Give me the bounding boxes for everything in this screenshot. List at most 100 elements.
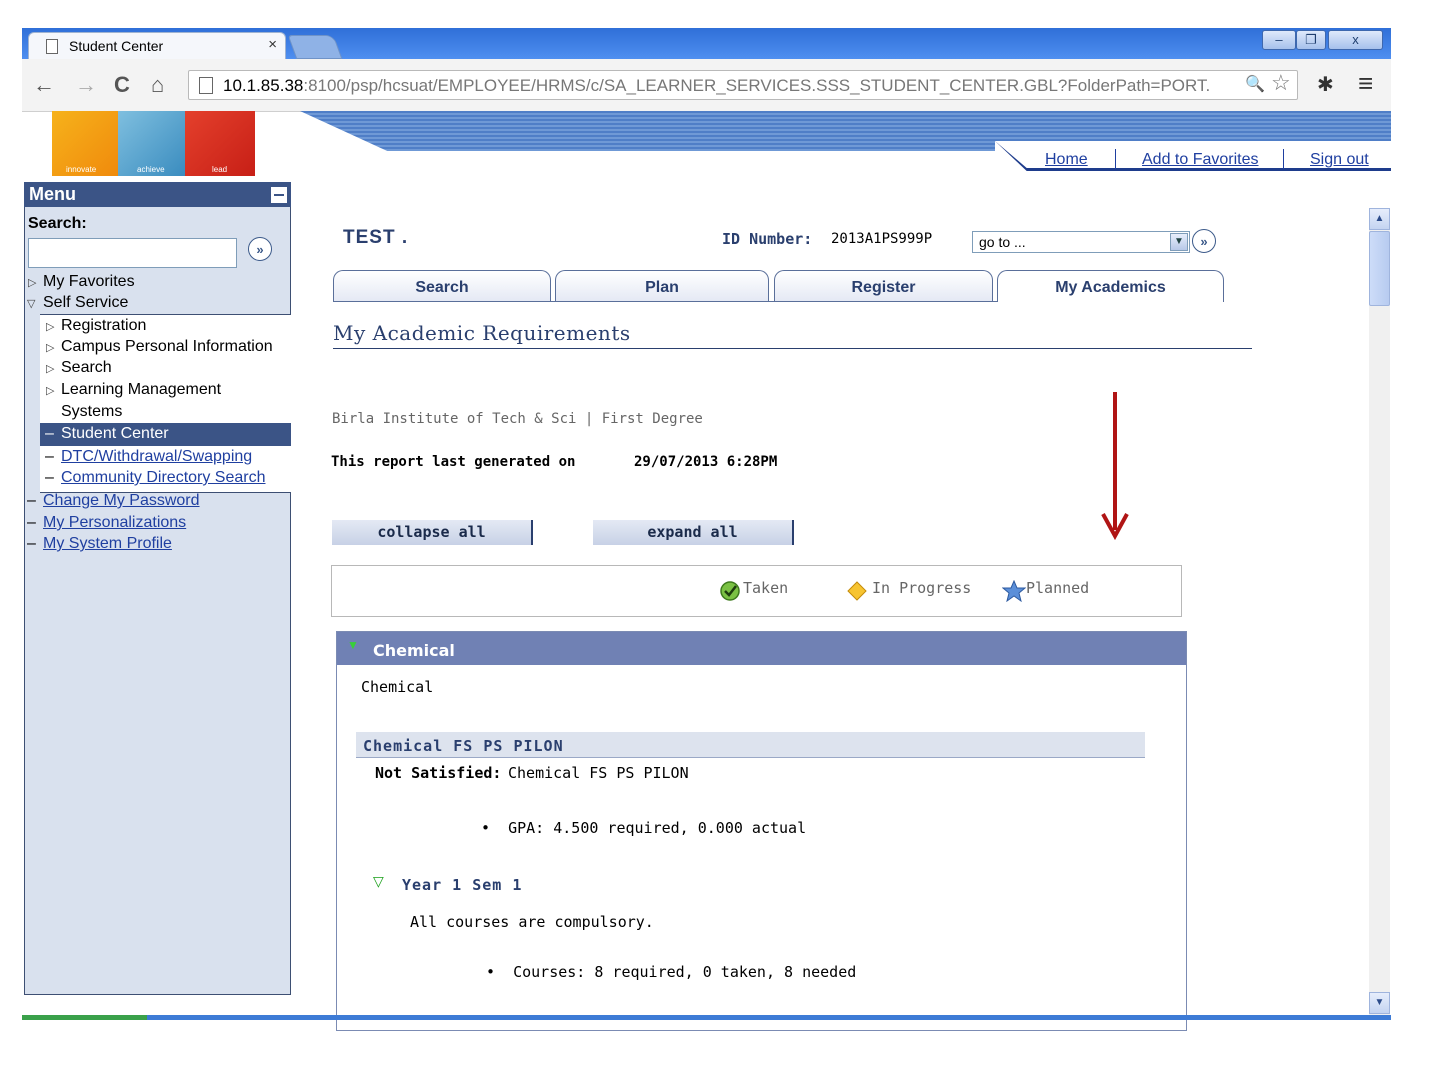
menu-item-learning-management[interactable]: Learning Management: [61, 381, 221, 399]
address-bar[interactable]: 10.1.85.38:8100/psp/hcsuat/EMPLOYEE/HRMS…: [188, 70, 1298, 100]
header-separator: [1283, 149, 1284, 169]
browser-menu-icon[interactable]: ≡: [1358, 68, 1373, 99]
logo-word: lead: [212, 165, 228, 174]
menu-title: Menu: [29, 184, 76, 204]
in-progress-diamond-icon: [847, 581, 867, 601]
tab-my-academics[interactable]: My Academics: [997, 270, 1224, 302]
logo-word: innovate: [66, 165, 97, 174]
goto-selected-value: go to ...: [979, 234, 1026, 250]
report-generated-value: 29/07/2013 6:28PM: [634, 454, 778, 470]
dash-marker: –: [45, 425, 54, 442]
collapse-all-button[interactable]: collapse all: [332, 520, 533, 545]
tab-register[interactable]: Register: [774, 270, 993, 302]
tab-plan[interactable]: Plan: [555, 270, 769, 302]
gpa-line: • GPA: 4.500 required, 0.000 actual: [481, 819, 807, 837]
legend-in-progress: In Progress: [872, 579, 972, 597]
status-label: Not Satisfied:: [375, 764, 502, 782]
planned-star-icon: [1002, 580, 1026, 602]
group-header[interactable]: Year 1 Sem 1: [402, 876, 522, 894]
menu-item-student-center[interactable]: Student Center: [61, 425, 169, 443]
institution-text: Birla Institute of Tech & Sci | First De…: [332, 411, 703, 427]
forward-icon[interactable]: →: [75, 72, 97, 98]
menu-item-my-favorites[interactable]: My Favorites: [43, 273, 135, 291]
menu-item-dtc-withdrawal-swapping[interactable]: DTC/Withdrawal/Swapping: [61, 448, 252, 466]
scroll-up-arrow-icon[interactable]: ▲: [1369, 208, 1390, 230]
expanded-icon: ▽: [27, 298, 36, 310]
collapsed-icon: ▷: [46, 342, 55, 354]
menu-item-campus-personal-information[interactable]: Campus Personal Information: [61, 338, 273, 356]
id-number-label: ID Number:: [722, 230, 813, 248]
requirement-description: Chemical: [361, 678, 434, 696]
menu-item-self-service[interactable]: Self Service: [43, 294, 128, 312]
menu-item-change-my-password[interactable]: Change My Password: [43, 492, 200, 510]
chevron-down-icon[interactable]: ▼: [1170, 233, 1188, 251]
sub-requirement-title: Chemical FS PS PILON: [363, 737, 564, 755]
tab-close-icon[interactable]: ×: [268, 36, 277, 53]
expanded-triangle-icon[interactable]: ▼: [347, 638, 359, 652]
zoom-icon[interactable]: 🔍: [1245, 74, 1265, 94]
url-text: 10.1.85.38:8100/psp/hcsuat/EMPLOYEE/HRMS…: [223, 76, 1211, 95]
reload-icon[interactable]: C: [114, 72, 130, 98]
taskbar-start: [22, 1015, 147, 1020]
menu-item-learning-management-cont[interactable]: Systems: [61, 403, 122, 421]
collapsed-icon: ▷: [46, 385, 55, 397]
scroll-down-arrow-icon[interactable]: ▼: [1369, 992, 1390, 1014]
add-to-favorites-link[interactable]: Add to Favorites: [1142, 151, 1259, 169]
courses-line: • Courses: 8 required, 0 taken, 8 needed: [486, 963, 857, 981]
expand-all-button[interactable]: expand all: [593, 520, 794, 545]
menu-search-label: Search:: [28, 215, 87, 232]
student-name: TEST .: [343, 227, 409, 248]
expanded-triangle-icon[interactable]: ▽: [373, 873, 384, 890]
menu-search-go-button[interactable]: »: [248, 237, 272, 261]
scroll-thumb[interactable]: [1369, 231, 1390, 306]
status-value: Chemical FS PS PILON: [508, 764, 689, 782]
sign-out-link[interactable]: Sign out: [1310, 151, 1369, 169]
goto-go-button[interactable]: »: [1192, 229, 1216, 253]
home-link[interactable]: Home: [1045, 151, 1088, 169]
group-note: All courses are compulsory.: [410, 913, 654, 931]
dash-marker: –: [27, 514, 36, 531]
restore-button[interactable]: ❐: [1296, 30, 1326, 50]
requirement-header[interactable]: ▼ Chemical: [337, 632, 1186, 665]
id-number-value: 2013A1PS999P: [831, 231, 933, 247]
annotation-arrow-icon: [1101, 392, 1129, 541]
menu-item-registration[interactable]: Registration: [61, 317, 146, 335]
back-icon[interactable]: ←: [33, 72, 55, 98]
close-window-button[interactable]: x: [1328, 30, 1383, 50]
tab-search[interactable]: Search: [333, 270, 551, 302]
sub-requirement-header: Chemical FS PS PILON: [356, 732, 1145, 758]
header-separator: [1115, 149, 1116, 169]
page-title: My Academic Requirements: [333, 321, 631, 345]
portal-logo: innovate achieve lead: [52, 111, 255, 176]
dash-marker: –: [27, 535, 36, 552]
tab-baseline: [333, 301, 997, 302]
home-icon[interactable]: ⌂: [151, 72, 164, 98]
collapse-menu-icon[interactable]: [271, 187, 287, 203]
title-divider: [333, 348, 1252, 349]
menu-item-my-personalizations[interactable]: My Personalizations: [43, 514, 186, 532]
new-tab-button[interactable]: [287, 35, 343, 59]
report-generated-label: This report last generated on: [331, 454, 576, 470]
menu-item-search[interactable]: Search: [61, 359, 112, 377]
requirement-header-title: Chemical: [373, 641, 455, 660]
extension-icon[interactable]: ✱: [1317, 72, 1334, 97]
menu-item-community-directory-search[interactable]: Community Directory Search: [61, 469, 266, 487]
taken-check-icon: [720, 581, 740, 601]
vertical-scrollbar[interactable]: [1369, 208, 1390, 1015]
dash-marker: –: [27, 492, 36, 509]
bookmark-star-icon[interactable]: ☆: [1271, 70, 1291, 96]
taskbar-strip: [22, 1015, 1391, 1020]
page-icon: [46, 39, 58, 54]
browser-tab-title: Student Center: [69, 38, 164, 54]
menu-search-input[interactable]: [28, 238, 237, 268]
collapsed-icon: ▷: [46, 363, 55, 375]
dash-marker: –: [45, 448, 54, 465]
minimize-button[interactable]: –: [1262, 30, 1296, 50]
goto-select[interactable]: go to ... ▼: [972, 231, 1190, 253]
browser-tab[interactable]: Student Center ×: [28, 32, 286, 59]
dash-marker: –: [45, 469, 54, 486]
menu-item-my-system-profile[interactable]: My System Profile: [43, 535, 172, 553]
legend-planned: Planned: [1026, 579, 1090, 597]
collapsed-icon: ▷: [28, 277, 37, 289]
legend-taken: Taken: [743, 579, 789, 597]
